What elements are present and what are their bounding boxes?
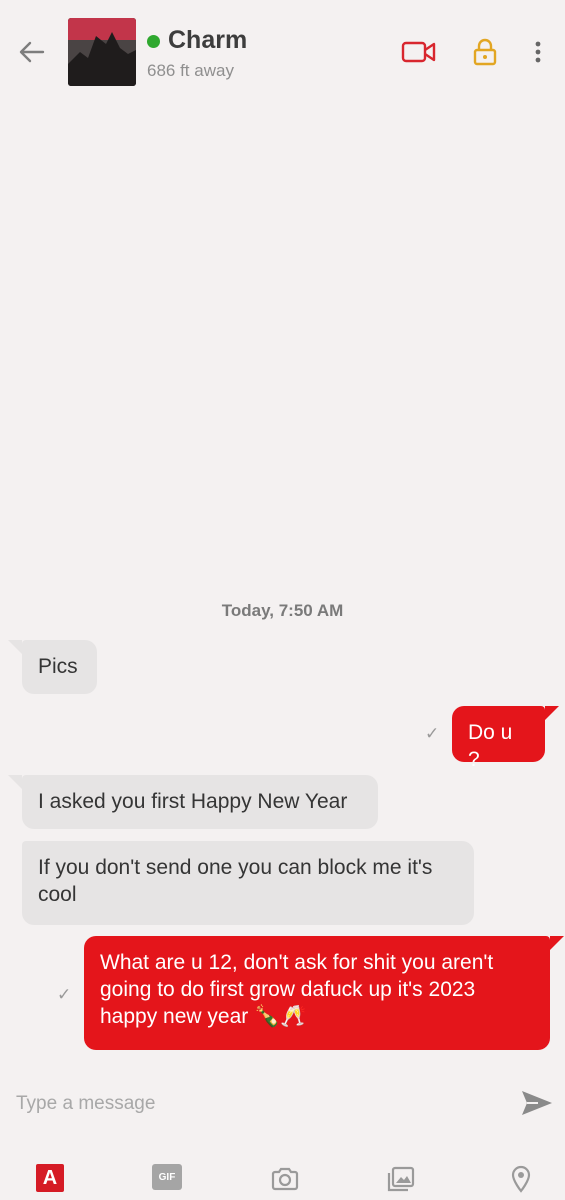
composer [0, 1078, 565, 1128]
incoming-bubble-tail [8, 775, 22, 789]
gif-icon[interactable]: GIF [152, 1164, 182, 1190]
message-status-check-icon: ✓ [57, 985, 72, 1004]
outgoing-bubble-tail [550, 936, 564, 950]
video-call-icon[interactable] [398, 36, 440, 68]
online-status-dot [147, 35, 160, 48]
outgoing-bubble-tail [545, 706, 559, 720]
message-incoming[interactable]: I asked you first Happy New Year [22, 775, 378, 829]
message-input[interactable] [14, 1086, 508, 1122]
more-vertical-icon[interactable] [527, 36, 549, 68]
lock-icon[interactable] [470, 36, 500, 68]
composer-toolbar: A GIF [0, 1158, 565, 1200]
contact-name[interactable]: Charm [168, 26, 247, 55]
incoming-bubble-tail [8, 640, 22, 654]
text-style-icon[interactable]: A [36, 1164, 64, 1192]
message-incoming[interactable]: Pics [22, 640, 97, 694]
chat-header: Charm 686 ft away [0, 0, 565, 100]
back-arrow-icon[interactable] [16, 36, 48, 68]
gallery-icon[interactable] [386, 1164, 416, 1194]
message-outgoing[interactable]: What are u 12, don't ask for shit you ar… [84, 936, 550, 1050]
location-pin-icon[interactable] [508, 1164, 534, 1194]
thread-timestamp: Today, 7:50 AM [221, 601, 344, 620]
message-status-check-icon: ✓ [425, 724, 440, 743]
message-outgoing[interactable]: Do u ? [452, 706, 545, 771]
avatar[interactable] [68, 18, 136, 86]
message-incoming[interactable]: If you don't send one you can block me i… [22, 841, 474, 925]
contact-distance: 686 ft away [147, 61, 234, 80]
camera-icon[interactable] [270, 1164, 300, 1194]
send-icon[interactable] [519, 1086, 555, 1120]
